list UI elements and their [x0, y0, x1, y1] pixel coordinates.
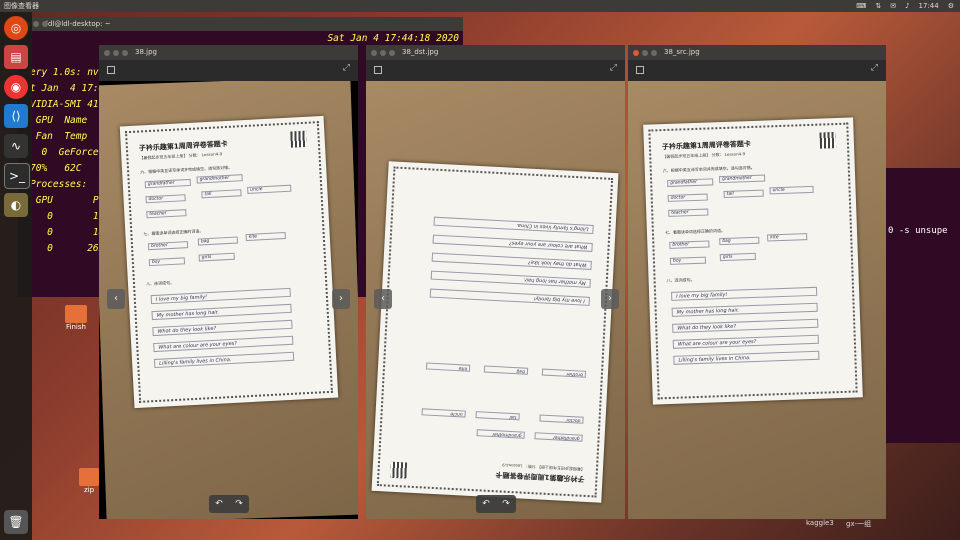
close-icon[interactable]: [371, 50, 377, 56]
system-tray: ⌨ ⇅ ✉ ♪ 17:44 ⚙: [856, 0, 954, 12]
app-name: 图像查看器: [4, 2, 39, 10]
worksheet-paper: 子衿乐趣第1周周评卷答题卡 【暑假起步班五年级上册】 分数： Lesson4-9…: [643, 117, 863, 405]
files-icon[interactable]: ▤: [4, 45, 28, 69]
window-label-kaggle3[interactable]: kaggle3: [806, 519, 834, 527]
worksheet-paper-rotated: 子衿乐趣第1周周评卷答题卡 【暑假起步班五年级上册】 分数： Lesson4-9…: [371, 161, 619, 503]
close-icon[interactable]: [633, 50, 639, 56]
viewer-titlebar[interactable]: 38_src.jpg: [628, 45, 886, 60]
word-box: doctor: [667, 193, 708, 202]
viewer-title: 38.jpg: [135, 48, 157, 56]
background-terminal[interactable]: 0 -s unsupe: [880, 168, 960, 443]
image-canvas[interactable]: 子衿乐趣第1周周评卷答题卡 【暑假起步班五年级上册】 分数： Lesson4-9…: [628, 81, 886, 519]
minimize-icon[interactable]: [113, 50, 119, 56]
trash-icon[interactable]: 🗑: [4, 510, 28, 534]
launcher: ◎ ▤ ◉ ⟨⟩ ∿ >_ ◐ 🗑: [0, 12, 32, 540]
rotate-left-icon[interactable]: ↶: [215, 495, 223, 513]
viewer-window-1[interactable]: 38.jpg ⤢ 子衿乐趣第1周周评卷答题卡 【暑假起步班五年级上册】 分数： …: [99, 45, 358, 519]
system-monitor-icon[interactable]: ∿: [4, 134, 28, 158]
word-box: tall: [723, 189, 764, 198]
viewer-titlebar[interactable]: 38.jpg: [99, 45, 358, 60]
terminal-date: Sat Jan 4 17:44:18 2020: [327, 33, 459, 44]
word-box: brother: [669, 240, 710, 249]
viewer-title: 38_src.jpg: [664, 48, 700, 56]
word-box: teacher: [668, 208, 709, 217]
gallery-icon[interactable]: [374, 66, 382, 74]
fullscreen-icon[interactable]: ⤢: [871, 63, 878, 73]
gallery-icon[interactable]: [636, 66, 644, 74]
terminal-titlebar[interactable]: ldl@ldl-desktop: ~: [18, 17, 463, 31]
vscode-icon[interactable]: ⟨⟩: [4, 104, 28, 128]
keyboard-icon[interactable]: ⌨: [856, 0, 866, 12]
minimize-icon[interactable]: [642, 50, 648, 56]
ubuntu-logo-icon[interactable]: ◎: [4, 16, 28, 40]
input-method-icon[interactable]: ✉: [890, 0, 896, 12]
maximize-icon[interactable]: [122, 50, 128, 56]
terminal-title: ldl@ldl-desktop: ~: [46, 20, 111, 28]
terminal-output: 0 -s unsupe: [888, 226, 948, 236]
prev-image-button[interactable]: ‹: [374, 289, 392, 309]
viewer-title: 38_dst.jpg: [402, 48, 439, 56]
network-icon[interactable]: ⇅: [875, 0, 881, 12]
next-image-button[interactable]: ›: [601, 289, 619, 309]
image-viewer-icon[interactable]: ◐: [4, 193, 28, 217]
viewer-toolbar: ⤢: [99, 60, 358, 81]
maximize-icon[interactable]: [42, 21, 48, 27]
image-canvas[interactable]: 子衿乐趣第1周周评卷答题卡 【暑假起步班五年级上册】 分数： Lesson4-9…: [99, 81, 358, 519]
qr-code-icon: [819, 132, 837, 149]
prev-image-button[interactable]: ‹: [107, 289, 125, 309]
qr-code-icon: [290, 130, 308, 148]
chevron-left-icon: ‹: [381, 293, 385, 304]
archive-icon: [79, 468, 99, 486]
viewer-toolbar: ⤢: [366, 60, 625, 81]
gallery-icon[interactable]: [107, 66, 115, 74]
next-image-button[interactable]: ›: [332, 289, 350, 309]
worksheet-paper: 子衿乐趣第1周周评卷答题卡 【暑假起步班五年级上册】 分数： Lesson4-9…: [119, 115, 339, 409]
fullscreen-icon[interactable]: ⤢: [610, 63, 617, 73]
minimize-icon[interactable]: [380, 50, 386, 56]
rotate-right-icon[interactable]: ↷: [235, 495, 243, 513]
qr-code-icon: [390, 461, 408, 479]
gear-icon[interactable]: ⚙: [948, 0, 954, 12]
maximize-icon[interactable]: [389, 50, 395, 56]
viewer-window-3[interactable]: 38_src.jpg ⤢ 子衿乐趣第1周周评卷答题卡 【暑假起步班五年级上册】 …: [628, 45, 886, 519]
image-canvas[interactable]: 子衿乐趣第1周周评卷答题卡 【暑假起步班五年级上册】 分数： Lesson4-9…: [366, 81, 625, 519]
minimize-icon[interactable]: [33, 21, 39, 27]
word-box: girls: [719, 252, 756, 262]
window-label-group[interactable]: gx-一组: [846, 519, 871, 529]
chevron-right-icon: ›: [608, 293, 612, 304]
paper-border: [376, 166, 614, 498]
viewer-titlebar[interactable]: 38_dst.jpg: [366, 45, 625, 60]
word-box: boy: [669, 256, 707, 265]
rotate-left-icon[interactable]: ↶: [482, 495, 490, 513]
viewer-toolbar: ⤢: [628, 60, 886, 81]
rotate-right-icon[interactable]: ↷: [502, 495, 510, 513]
clock[interactable]: 17:44: [919, 0, 939, 12]
maximize-icon[interactable]: [651, 50, 657, 56]
desktop-item-finish[interactable]: Finish: [62, 305, 90, 331]
rotate-controls: ↶ ↷: [209, 495, 249, 513]
chevron-left-icon: ‹: [114, 293, 118, 304]
rotate-controls: ↶ ↷: [476, 495, 516, 513]
folder-icon: [65, 305, 87, 323]
chrome-icon[interactable]: ◉: [4, 75, 28, 99]
word-box: kite: [767, 233, 808, 242]
section-heading: 八、连词成句。: [666, 277, 695, 284]
terminal-icon[interactable]: >_: [4, 163, 30, 189]
top-panel: 图像查看器 ⌨ ⇅ ✉ ♪ 17:44 ⚙: [0, 0, 960, 12]
word-box: bag: [719, 236, 760, 246]
close-icon[interactable]: [104, 50, 110, 56]
fullscreen-icon[interactable]: ⤢: [343, 63, 350, 73]
viewer-window-2[interactable]: 38_dst.jpg ⤢ 子衿乐趣第1周周评卷答题卡 【暑假起步班五年级上册】 …: [366, 45, 625, 519]
volume-icon[interactable]: ♪: [905, 0, 909, 12]
chevron-right-icon: ›: [339, 293, 343, 304]
